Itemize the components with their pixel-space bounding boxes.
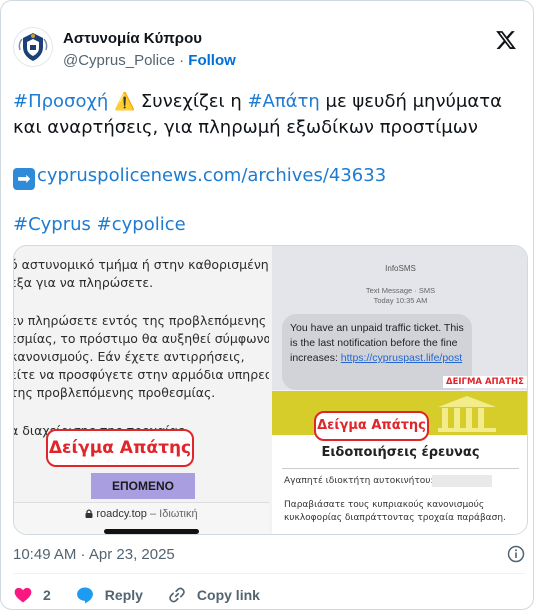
scam-sample-label: Δείγμα Απάτης xyxy=(46,429,194,467)
timestamp-row: 10:49 AM · Apr 23, 2025 xyxy=(13,545,525,565)
notification-divider xyxy=(282,468,519,469)
lock-icon xyxy=(85,509,93,518)
redacted-box xyxy=(432,475,492,487)
scam-page-line: της προβλεπόμενης προθεσμίας. xyxy=(14,385,216,400)
reply-bubble-icon xyxy=(76,587,93,604)
warning-icon: ⚠️ xyxy=(114,92,136,112)
scam-page-line: είτε να προσφύγετε στην αρμόδια υπηρεσία xyxy=(14,367,269,382)
heart-icon xyxy=(14,587,32,603)
scam-page-text: ό αστυνομικό τμήμα ή στην καθορισμένη εξ… xyxy=(14,256,269,440)
tweet-text: #Προσοχή ⚠️ Συνεχίζει η #Απάτη με ψευδή … xyxy=(13,89,523,260)
media-image-sms[interactable]: InfoSMS Text Message · SMS Today 10:35 A… xyxy=(272,246,527,390)
scam-sample-label-notification: Δείγμα Απάτης xyxy=(314,411,429,441)
scam-page-line: εξα για να πληρώσετε. xyxy=(14,275,154,290)
building-icon xyxy=(438,396,496,432)
reply-button[interactable]: Reply xyxy=(75,585,143,605)
like-button[interactable]: 2 xyxy=(13,585,51,605)
author-handle-row: @Cyprus_Police · Follow xyxy=(63,51,236,71)
notification-title: Ειδοποιήσεις έρευνας xyxy=(321,445,480,460)
media-image-left[interactable]: ό αστυνομικό τμήμα ή στην καθορισμένη εξ… xyxy=(14,246,269,534)
police-crest-icon xyxy=(18,33,48,61)
tweet-actions: 2 Reply Copy link xyxy=(13,585,284,605)
tweet-card: Αστυνομία Κύπρου @Cyprus_Police · Follow… xyxy=(0,0,534,610)
scam-sample-label-sms: ΔΕΙΓΜΑ ΑΠΑΤΗΣ xyxy=(443,376,527,388)
author-display-name[interactable]: Αστυνομία Κύπρου xyxy=(63,30,236,48)
like-count: 2 xyxy=(43,587,51,603)
tweet-media[interactable]: ό αστυνομικό τμήμα ή στην καθορισμένη εξ… xyxy=(13,245,528,535)
notification-body: Παραβιάσατε τους κυπριακούς κανονισμούς … xyxy=(284,500,506,523)
notification-owner: Αγαπητέ ιδιοκτήτη αυτοκινήτου: xyxy=(284,476,434,486)
media-image-notification[interactable]: Δείγμα Απάτης Ειδοποιήσεις έρευνας Αγαπη… xyxy=(272,391,527,534)
handle-separator: · xyxy=(179,52,185,69)
sms-link: https://cypruspast.life/post xyxy=(340,352,463,364)
scam-page-line: εσμίας, το πρόστιμο θα αυξηθεί σύμφωνα xyxy=(14,331,269,346)
home-indicator xyxy=(104,529,199,534)
scam-page-line: κανονισμούς. Εάν έχετε αντιρρήσεις, xyxy=(14,349,245,364)
hashtag-cypolice[interactable]: #cypolice xyxy=(97,214,186,235)
tweet-paragraph-2: ➡ cypruspolicenews.com/archives/43633 xyxy=(13,163,523,190)
sms-sender: InfoSMS xyxy=(385,264,416,273)
tweet-timestamp[interactable]: 10:49 AM · Apr 23, 2025 xyxy=(13,546,175,563)
scam-url-suffix: – Ιδιωτική xyxy=(146,508,198,520)
reply-label: Reply xyxy=(104,587,143,603)
sms-meta: Text Message · SMS Today 10:35 AM xyxy=(272,286,527,306)
scam-next-button: ΕΠΟΜΕΝΟ xyxy=(91,473,195,499)
avatar[interactable] xyxy=(13,27,53,67)
tweet-header: Αστυνομία Κύπρου @Cyprus_Police · Follow xyxy=(13,27,236,71)
right-arrow-icon: ➡ xyxy=(13,168,35,190)
author-names: Αστυνομία Κύπρου @Cyprus_Police · Follow xyxy=(63,30,236,71)
sms-meta-time: Today 10:35 AM xyxy=(373,296,428,305)
hashtag-apati[interactable]: #Απάτη xyxy=(247,91,319,112)
copy-link-button[interactable]: Copy link xyxy=(167,585,260,605)
scam-page-line: ό αστυνομικό τμήμα ή στην καθορισμένη xyxy=(14,257,269,272)
author-handle[interactable]: @Cyprus_Police xyxy=(63,52,175,69)
link-icon xyxy=(169,587,185,603)
article-link[interactable]: cypruspolicenews.com/archives/43633 xyxy=(37,165,386,186)
scam-page-line: εν πληρώσετε εντός της προβλεπόμενης xyxy=(14,313,267,328)
tweet-paragraph-1: #Προσοχή ⚠️ Συνεχίζει η #Απάτη με ψευδή … xyxy=(13,89,523,141)
x-logo-icon[interactable] xyxy=(495,29,517,51)
divider xyxy=(13,573,525,574)
tweet-paragraph-3: #Cyprus #cypolice xyxy=(13,212,523,238)
copy-link-label: Copy link xyxy=(196,587,260,603)
sms-meta-type: Text Message · SMS xyxy=(365,286,436,295)
hashtag-prosoxi[interactable]: #Προσοχή xyxy=(13,91,108,112)
scam-url: roadcy.top xyxy=(96,508,147,520)
tweet-text-part: Συνεχίζει η xyxy=(135,91,248,112)
info-icon[interactable] xyxy=(507,545,525,563)
hashtag-cyprus[interactable]: #Cyprus xyxy=(13,214,91,235)
follow-button[interactable]: Follow xyxy=(188,52,236,69)
